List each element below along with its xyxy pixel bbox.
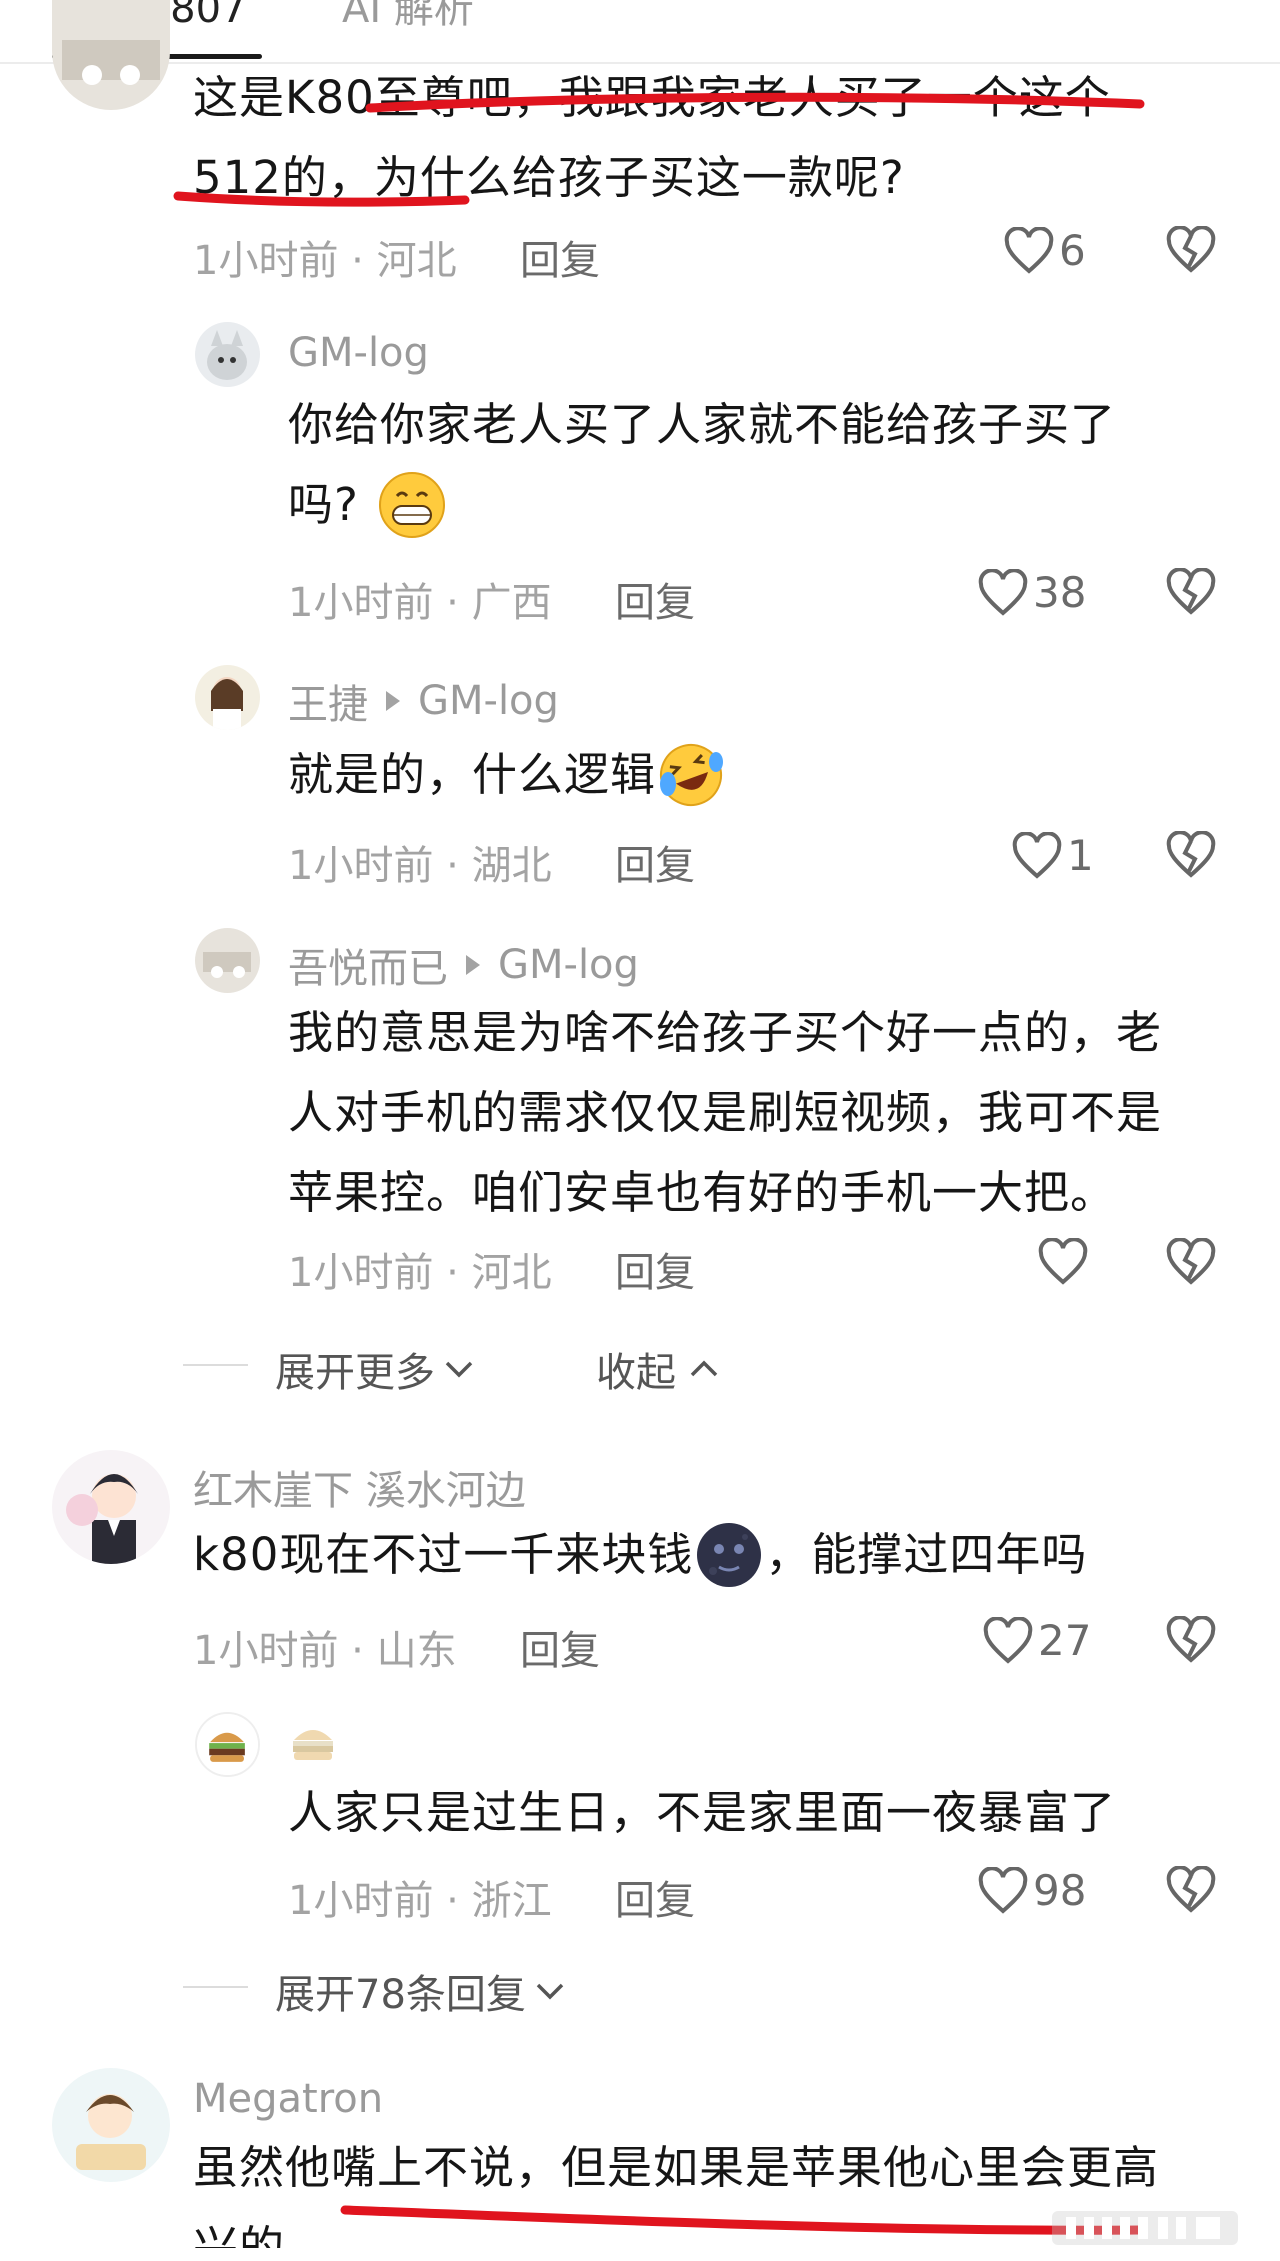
- comment-time-location: 1小时前 · 广西: [288, 580, 552, 626]
- like-count: 6: [1059, 226, 1086, 275]
- commenter-name[interactable]: 红木崖下 溪水河边: [193, 1458, 526, 1516]
- comment-text: 苹果控。咱们安卓也有好的手机一大把。: [288, 1166, 1117, 1219]
- commenter-name[interactable]: Megatron: [193, 2076, 383, 2122]
- heart-icon: [983, 1616, 1033, 1664]
- like-button[interactable]: [1037, 1238, 1093, 1286]
- reply-header: 吾悦而已 GM-log: [288, 936, 639, 994]
- broken-heart-icon: [1166, 1237, 1216, 1285]
- comment-text: 就是的，什么逻辑: [288, 748, 657, 801]
- reply-button[interactable]: 回复: [615, 1240, 695, 1298]
- comment-text: 这是K80至尊吧，我跟我家老人买了一个这个: [193, 71, 1111, 124]
- reply-target-name[interactable]: GM-log: [418, 678, 559, 724]
- expand-more-button[interactable]: 展开更多: [275, 1340, 477, 1398]
- comment-text: 你给你家老人买了人家就不能给孩子买了: [288, 398, 1117, 451]
- broken-heart-icon: [1166, 225, 1216, 273]
- dislike-button[interactable]: [1165, 1865, 1217, 1918]
- like-button[interactable]: 6: [1003, 226, 1086, 275]
- reply-button[interactable]: 回复: [615, 833, 695, 891]
- watermark-logo: [1050, 2205, 1240, 2260]
- comment-time-location: 1小时前 · 山东: [193, 1628, 457, 1674]
- broken-heart-icon: [1166, 1615, 1216, 1663]
- collapse-label: 收起: [596, 1350, 676, 1396]
- broken-heart-icon: [1166, 567, 1216, 615]
- heart-icon: [1012, 831, 1062, 879]
- comment-time-location: 1小时前 · 河北: [193, 238, 457, 284]
- like-count: 98: [1033, 1866, 1087, 1915]
- dislike-button[interactable]: [1165, 830, 1217, 883]
- comment-text: ，能撑过四年吗: [765, 1528, 1088, 1581]
- broken-heart-icon: [1166, 830, 1216, 878]
- avatar[interactable]: [52, 2068, 170, 2182]
- avatar[interactable]: [52, 0, 170, 110]
- comment-time-location: 1小时前 · 河北: [288, 1250, 552, 1296]
- reply-header: 王捷 GM-log: [288, 672, 559, 730]
- chevron-down-icon: [445, 1361, 473, 1378]
- divider: [183, 1986, 248, 1988]
- expand-more-label: 展开更多: [275, 1350, 435, 1396]
- dislike-button[interactable]: [1165, 567, 1217, 620]
- like-button[interactable]: 27: [982, 1616, 1091, 1665]
- chevron-up-icon: [690, 1360, 718, 1377]
- reply-button[interactable]: 回复: [520, 228, 600, 286]
- expand-replies-label: 展开78条回复: [275, 1972, 526, 2018]
- commenter-name[interactable]: 吾悦而已: [288, 936, 448, 994]
- tab-ai-analysis[interactable]: AI 解析: [342, 0, 474, 34]
- comment-text: 人家只是过生日，不是家里面一夜暴富了: [288, 1786, 1117, 1839]
- commenter-name[interactable]: 王捷: [288, 672, 368, 730]
- commenter-name[interactable]: [288, 1718, 338, 1772]
- avatar[interactable]: [195, 322, 260, 387]
- comment-text: 吗?: [288, 478, 359, 531]
- collapse-button[interactable]: 收起: [596, 1340, 722, 1398]
- chevron-down-icon: [536, 1983, 564, 2000]
- dislike-button[interactable]: [1165, 1615, 1217, 1668]
- comment-text: k80现在不过一千来块钱: [193, 1528, 694, 1581]
- comment-text: 虽然他嘴上不说，但是如果是苹果他心里会更高: [193, 2141, 1160, 2194]
- reply-arrow-icon: [386, 691, 400, 711]
- reply-button[interactable]: 回复: [615, 1868, 695, 1926]
- divider: [183, 1364, 248, 1366]
- like-button[interactable]: 98: [977, 1866, 1086, 1915]
- comment-time-location: 1小时前 · 浙江: [288, 1878, 552, 1924]
- expand-replies-button[interactable]: 展开78条回复: [275, 1962, 568, 2020]
- hamburger-emoji-icon: [293, 1730, 333, 1760]
- heart-icon: [978, 568, 1028, 616]
- dislike-button[interactable]: [1165, 1237, 1217, 1290]
- comment-text: 我的意思是为啥不给孩子买个好一点的，老: [288, 1006, 1163, 1059]
- heart-icon: [978, 1866, 1028, 1914]
- avatar[interactable]: [52, 1450, 170, 1564]
- reply-target-name[interactable]: GM-log: [498, 942, 639, 988]
- like-count: 38: [1033, 568, 1087, 617]
- heart-icon: [1038, 1238, 1088, 1285]
- reply-button[interactable]: 回复: [615, 570, 695, 628]
- avatar[interactable]: [195, 928, 260, 993]
- comment-text: 512的，为什么给孩子买这一款呢?: [193, 151, 905, 204]
- moon-face-emoji-icon: [697, 1523, 762, 1587]
- comment-time-location: 1小时前 · 湖北: [288, 843, 552, 889]
- comment-tabs: 评论 8807 AI 解析: [0, 0, 1280, 64]
- reply-button[interactable]: 回复: [520, 1618, 600, 1676]
- comment-text-line: 就是的，什么逻辑: [288, 735, 726, 815]
- commenter-name[interactable]: GM-log: [288, 330, 429, 376]
- comment-text: 人对手机的需求仅仅是刷短视频，我可不是: [288, 1086, 1163, 1139]
- comment-text-line: k80现在不过一千来块钱 ，能撑过四年吗: [193, 1515, 1087, 1595]
- like-button[interactable]: 1: [1011, 831, 1094, 880]
- like-count: 27: [1038, 1616, 1092, 1665]
- comment-text-line: 吗?: [288, 465, 447, 545]
- heart-icon: [1004, 226, 1054, 274]
- laughing-tears-emoji-icon: [660, 744, 724, 806]
- broken-heart-icon: [1166, 1865, 1216, 1913]
- avatar[interactable]: [195, 665, 260, 730]
- avatar[interactable]: [195, 1712, 260, 1777]
- dislike-button[interactable]: [1165, 225, 1217, 278]
- grinning-emoji-icon: [378, 472, 445, 538]
- like-button[interactable]: 38: [977, 568, 1086, 617]
- reply-arrow-icon: [466, 955, 480, 975]
- like-count: 1: [1067, 831, 1094, 880]
